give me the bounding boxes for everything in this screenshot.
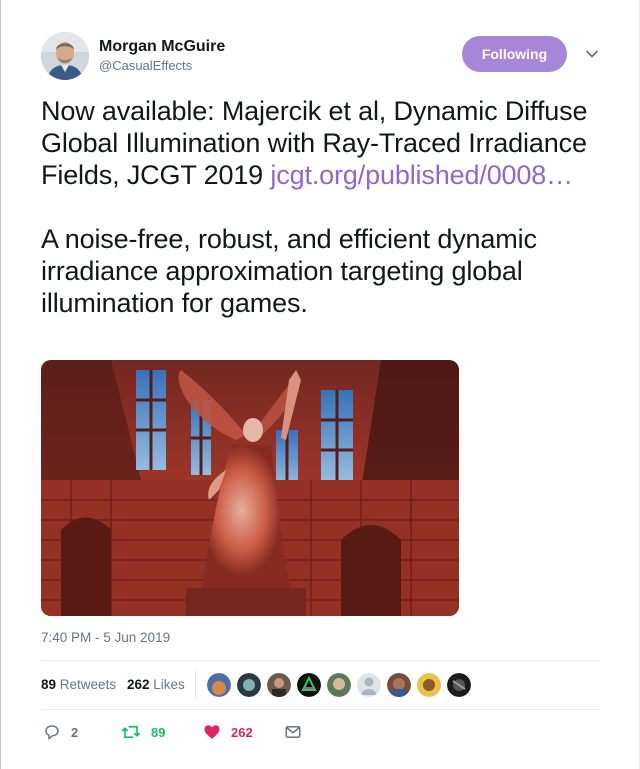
tweet-text: Now available: Majercik et al, Dynamic D… — [41, 95, 609, 319]
liker-avatar[interactable] — [387, 673, 411, 697]
tweet-paragraph-2: A noise-free, robust, and efficient dyna… — [41, 224, 537, 318]
divider-bottom — [41, 709, 600, 710]
mail-icon — [284, 723, 302, 741]
tweet-actions: 2 89 262 — [41, 720, 600, 744]
retweet-icon — [121, 723, 141, 741]
heart-icon — [203, 723, 221, 741]
divider-top — [41, 660, 600, 661]
direct-message-button[interactable] — [284, 720, 302, 744]
tweet-timestamp[interactable]: 7:40 PM - 5 Jun 2019 — [41, 630, 170, 645]
author-display-name[interactable]: Morgan McGuire — [99, 37, 225, 57]
likes-count: 262 — [127, 677, 150, 692]
retweets-stat[interactable]: 89 Retweets — [41, 677, 116, 692]
like-count: 262 — [231, 724, 253, 740]
liker-avatar[interactable] — [207, 673, 231, 697]
tweet-header: Morgan McGuire @CasualEffects Following — [41, 32, 609, 82]
liker-avatar[interactable] — [447, 673, 471, 697]
chevron-down-icon[interactable] — [584, 46, 600, 62]
reply-button[interactable]: 2 — [43, 720, 78, 744]
author-avatar[interactable] — [41, 32, 89, 80]
retweet-button[interactable]: 89 — [121, 720, 165, 744]
retweets-count: 89 — [41, 677, 57, 692]
likes-label: Likes — [153, 677, 185, 692]
tweet-link[interactable]: jcgt.org/published/0008… — [270, 160, 573, 190]
reply-icon — [43, 723, 61, 741]
likes-stat[interactable]: 262 Likes — [127, 677, 185, 692]
retweets-label: Retweets — [59, 677, 117, 692]
author-handle[interactable]: @CasualEffects — [99, 57, 225, 75]
liker-avatar[interactable] — [297, 673, 321, 697]
like-button[interactable]: 262 — [203, 720, 253, 744]
tweet-media-image[interactable] — [41, 360, 459, 616]
tweet-paragraph-1: Now available: Majercik et al, Dynamic D… — [41, 95, 609, 191]
reply-count: 2 — [71, 724, 79, 740]
liker-avatar[interactable] — [417, 673, 441, 697]
liker-avatar[interactable] — [267, 673, 291, 697]
author-names: Morgan McGuire @CasualEffects — [99, 37, 225, 75]
liker-avatar[interactable] — [357, 673, 381, 697]
stats-separator — [195, 670, 196, 700]
tweet-stats: 89 Retweets 262 Likes — [41, 668, 600, 704]
retweet-count: 89 — [151, 724, 166, 740]
following-button[interactable]: Following — [462, 36, 567, 72]
liker-avatar[interactable] — [237, 673, 261, 697]
liker-avatar[interactable] — [327, 673, 351, 697]
window-frame-left — [0, 0, 1, 769]
